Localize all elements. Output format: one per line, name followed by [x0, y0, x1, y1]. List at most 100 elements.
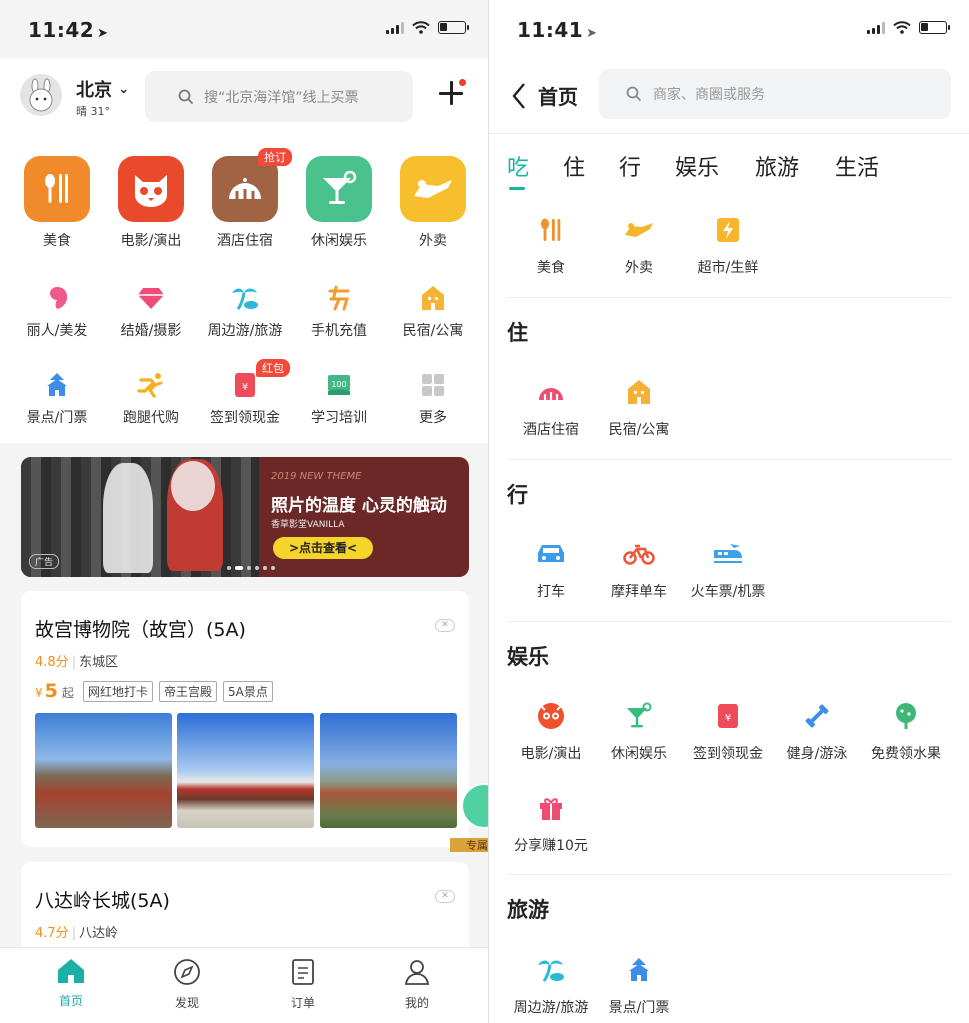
tab-mine[interactable]: 我的	[377, 958, 457, 1011]
search-input[interactable]: 商家、商圈或服务	[599, 69, 951, 119]
car-icon	[505, 539, 597, 569]
category-beauty[interactable]: 丽人/美发	[10, 284, 104, 340]
banner-button[interactable]: >点击查看<	[273, 537, 373, 559]
category-wedding[interactable]: 结婚/摄影	[104, 284, 198, 340]
category-homestay[interactable]: 民宿/公寓	[386, 284, 480, 340]
service-bike[interactable]: 摩拜单车	[593, 539, 685, 601]
cat-icon	[118, 156, 184, 222]
notification-dot	[459, 79, 466, 86]
tab-eat[interactable]: 吃	[507, 150, 529, 182]
section-divider	[507, 874, 951, 875]
tab-orders[interactable]: 订单	[263, 958, 343, 1011]
city-selector[interactable]: 北京 ⌄	[76, 76, 129, 102]
service-movie[interactable]: 电影/演出	[505, 701, 597, 763]
ad-label: 广告	[29, 554, 60, 569]
fork-knife-icon	[24, 156, 90, 222]
service-leisure[interactable]: 休闲娱乐	[593, 701, 685, 763]
tab-travel[interactable]: 旅游	[755, 150, 799, 182]
category-study[interactable]: 100 学习培训	[292, 371, 386, 427]
service-label: 周边游/旅游	[513, 1000, 589, 1016]
category-leisure[interactable]: 休闲娱乐	[292, 156, 386, 250]
search-input[interactable]: 搜“北京海洋馆”线上买票	[145, 71, 413, 122]
service-scenic[interactable]: 景点/门票	[593, 955, 685, 1017]
carousel-dots	[227, 566, 275, 570]
service-supermarket[interactable]: 超市/生鲜	[682, 215, 774, 277]
service-label: 签到领现金	[693, 746, 763, 762]
service-homestay[interactable]: 民宿/公寓	[593, 377, 685, 439]
service-label: 超市/生鲜	[697, 260, 759, 276]
category-nearby-travel[interactable]: 周边游/旅游	[198, 284, 292, 340]
home-icon	[58, 959, 84, 983]
service-share-earn[interactable]: 分享赚10元	[505, 793, 597, 855]
service-label: 外卖	[625, 260, 653, 276]
category-takeout[interactable]: 外卖	[386, 156, 480, 250]
category-scenic[interactable]: 景点/门票	[10, 371, 104, 427]
cocktail-icon	[593, 701, 685, 731]
tab-life[interactable]: 生活	[835, 150, 879, 182]
dumbbell-icon	[771, 701, 863, 731]
card-photo[interactable]	[35, 713, 172, 828]
service-food[interactable]: 美食	[505, 215, 597, 277]
grid-icon	[386, 371, 480, 399]
service-takeout[interactable]: 外卖	[593, 215, 685, 277]
section-title: 行	[507, 483, 528, 507]
category-food[interactable]: 美食	[10, 156, 104, 250]
card-score: 4.8分	[35, 655, 69, 670]
service-free-fruit[interactable]: 免费领水果	[860, 701, 952, 763]
service-train-flight[interactable]: 火车票/机票	[682, 539, 774, 601]
category-more[interactable]: 更多	[386, 371, 480, 427]
exclusive-badge[interactable]: 专属	[450, 776, 488, 856]
service-label: 打车	[537, 584, 565, 600]
category-errand[interactable]: 跑腿代购	[104, 371, 198, 427]
fork-knife-icon	[505, 215, 597, 245]
card-tag: 帝王宫殿	[159, 681, 218, 702]
status-time: 11:41 ➤	[517, 18, 598, 42]
section-title: 娱乐	[507, 645, 549, 669]
category-movie[interactable]: 电影/演出	[104, 156, 198, 250]
category-tabs: 吃 住 行 娱乐 旅游 生活	[489, 150, 969, 190]
category-checkin-cash[interactable]: ¥ 红包 签到领现金	[198, 359, 292, 427]
close-icon[interactable]: ✕	[435, 890, 455, 903]
section-title: 旅游	[507, 898, 549, 922]
hotel-icon	[505, 377, 597, 407]
service-nearby-travel[interactable]: 周边游/旅游	[505, 955, 597, 1017]
order-icon	[292, 959, 314, 985]
avatar[interactable]	[20, 74, 62, 116]
section-divider	[507, 459, 951, 460]
service-checkin-cash[interactable]: ¥ 签到领现金	[682, 701, 774, 763]
category-recharge[interactable]: 手机充值	[292, 284, 386, 340]
category-label: 跑腿代购	[123, 410, 179, 426]
category-label: 更多	[419, 410, 447, 426]
category-label: 周边游/旅游	[207, 323, 283, 339]
back-button[interactable]	[511, 82, 527, 110]
weather-text: 晴 31°	[76, 105, 110, 118]
card-tag: 网红地打卡	[83, 681, 154, 702]
service-label: 分享赚10元	[514, 838, 588, 854]
city-name: 北京	[76, 80, 112, 101]
service-fitness[interactable]: 健身/游泳	[771, 701, 863, 763]
card-photo[interactable]	[177, 713, 314, 828]
card-photo[interactable]	[320, 713, 457, 828]
delivery-icon	[593, 215, 685, 245]
wifi-icon	[893, 21, 911, 34]
tab-stay[interactable]: 住	[563, 150, 585, 182]
service-label: 火车票/机票	[690, 584, 766, 600]
service-hotel[interactable]: 酒店住宿	[505, 377, 597, 439]
tab-label: 我的	[404, 996, 429, 1010]
category-hotel[interactable]: 抢订 酒店住宿	[198, 148, 292, 250]
service-taxi[interactable]: 打车	[505, 539, 597, 601]
promo-banner[interactable]: 广告 2019 NEW THEME 照片的温度 心灵的触动 香草影堂VANILL…	[21, 457, 469, 577]
category-label: 手机充值	[311, 323, 367, 339]
card-area: 八达岭	[79, 926, 119, 941]
close-icon[interactable]: ✕	[435, 619, 455, 632]
tab-home[interactable]: 首页	[31, 958, 111, 1009]
recharge-icon	[292, 284, 386, 312]
tab-entertainment[interactable]: 娱乐	[675, 150, 719, 182]
back-title[interactable]: 首页	[538, 81, 578, 110]
system-icons	[386, 21, 469, 34]
tab-discover[interactable]: 发现	[147, 958, 227, 1011]
tab-go[interactable]: 行	[619, 150, 641, 182]
category-label: 民宿/公寓	[402, 323, 464, 339]
attraction-card[interactable]: 故宫博物院（故宫）(5A) ✕ 4.8分 | 东城区 ¥5 起 网红地打卡 帝王宫殿 …	[21, 591, 469, 847]
location-arrow-icon: ➤	[97, 26, 109, 41]
